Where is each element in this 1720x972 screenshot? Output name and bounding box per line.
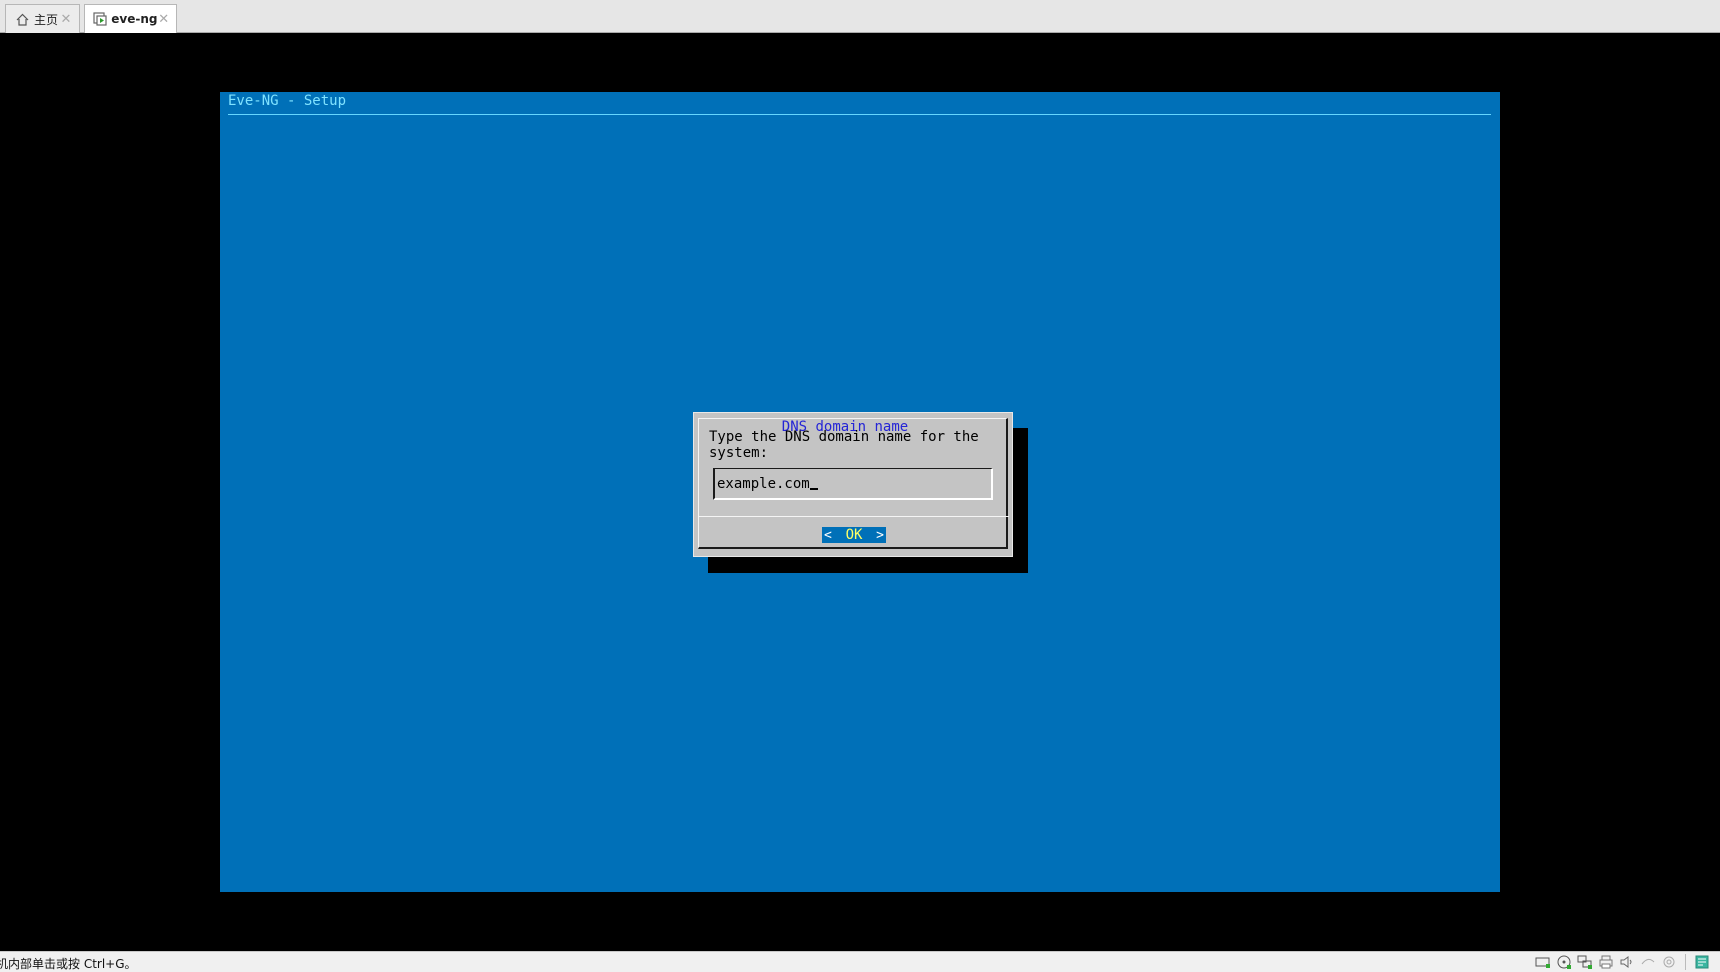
ok-right-bracket: > [876, 527, 884, 543]
tab-home[interactable]: 主页 ✕ [5, 4, 80, 33]
button-separator [699, 516, 1009, 517]
tab-bar: 主页 ✕ eve-ng ✕ [0, 0, 1720, 33]
ok-left-bracket: < [824, 527, 832, 543]
backtitle-divider [228, 114, 1491, 115]
printer-icon[interactable] [1598, 954, 1614, 970]
sound-icon[interactable] [1619, 954, 1635, 970]
input-value-wrap: example.com [717, 476, 818, 492]
vm-icon [93, 11, 107, 27]
network-adapter-icon[interactable] [1577, 954, 1593, 970]
dns-domain-dialog: DNS domain name Type the DNS domain name… [693, 412, 1013, 557]
input-value: example.com [717, 476, 810, 492]
message-icon[interactable] [1694, 954, 1710, 970]
vm-console[interactable]: Eve-NG - Setup DNS domain name Type the … [0, 34, 1720, 951]
setup-screen: Eve-NG - Setup DNS domain name Type the … [220, 92, 1500, 892]
close-icon[interactable]: ✕ [158, 12, 171, 27]
dns-domain-input[interactable]: example.com [713, 468, 993, 500]
tab-eve-ng[interactable]: eve-ng ✕ [84, 4, 177, 33]
tab-home-label: 主页 [34, 12, 59, 27]
status-hint: 机内部单击或按 Ctrl+G。 [0, 957, 137, 971]
display-icon[interactable] [1661, 954, 1677, 970]
tab-eve-ng-label: eve-ng [111, 12, 158, 26]
device-tray [1535, 954, 1710, 970]
cd-dvd-icon[interactable] [1556, 954, 1572, 970]
dialog-prompt: Type the DNS domain name for the system: [709, 429, 979, 461]
hard-disk-icon[interactable] [1535, 954, 1551, 970]
ok-label: OK [845, 527, 863, 543]
status-bar: 机内部单击或按 Ctrl+G。 [0, 951, 1720, 972]
backtitle: Eve-NG - Setup [228, 93, 347, 109]
text-cursor [809, 488, 818, 490]
home-icon [14, 11, 30, 27]
tray-divider [1685, 954, 1686, 970]
close-icon[interactable]: ✕ [59, 12, 73, 27]
usb-icon[interactable] [1640, 954, 1656, 970]
ok-button[interactable]: < OK > [822, 527, 886, 543]
